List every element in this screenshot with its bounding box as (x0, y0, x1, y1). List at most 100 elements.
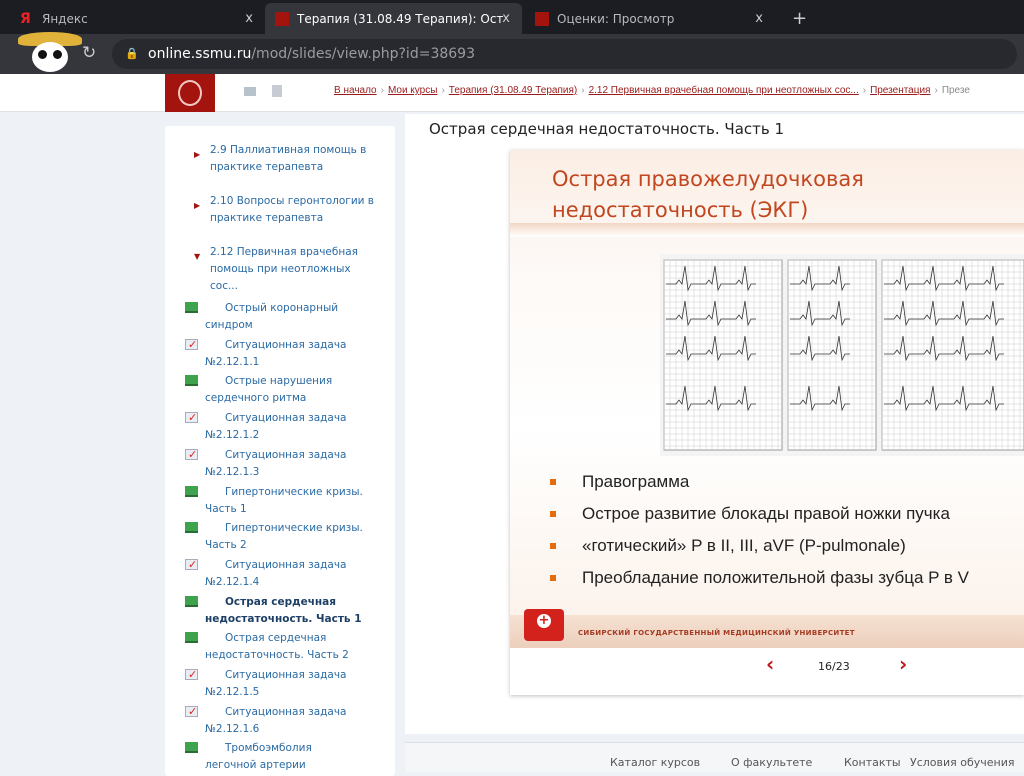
sidebar-item[interactable]: Острые нарушения сердечного ритма (185, 373, 365, 407)
site-footer: Каталог курсов О факультете Контакты Усл… (405, 742, 1024, 772)
slides-monitor-icon (185, 375, 198, 387)
ecg-image (660, 254, 1024, 456)
quiz-check-icon: ✓ (185, 705, 198, 718)
breadcrumb-course[interactable]: Терапия (31.08.49 Терапия) (449, 85, 577, 96)
slide-bullet: «готический» P в II, III, aVF (P-pulmona… (550, 536, 906, 556)
yandex-icon: Я (20, 10, 31, 27)
breadcrumb: В начало › Мои курсы › Терапия (31.08.49 Тер… (334, 85, 970, 96)
tab-grades[interactable]: Оценки: Просмотр x (525, 3, 775, 34)
url-path: /mod/slides/view.php?id=38693 (251, 46, 475, 62)
university-name: СИБИРСКИЙ ГОСУДАРСТВЕННЫЙ МЕДИЦИНСКИЙ УН… (578, 629, 855, 637)
sidebar-item-label: Ситуационная задача №2.12.1.4 (205, 558, 347, 588)
breadcrumb-section[interactable]: 2.12 Первичная врачебная помощь при неот… (589, 85, 859, 96)
slide-bullet: Правограмма (549, 472, 689, 492)
ssmu-icon (535, 11, 549, 26)
sidebar-item[interactable]: ✓ Ситуационная задача №2.12.1.4 (185, 557, 365, 591)
breadcrumb-home[interactable]: В начало (334, 85, 377, 96)
slides-monitor-icon (185, 595, 198, 607)
section-label: 2.9 Паллиативная помощь в практике терап… (210, 144, 367, 173)
breadcrumb-presentation[interactable]: Презентация (870, 85, 930, 96)
slides-monitor-icon (185, 485, 198, 497)
tab-label: Яндекс (42, 11, 88, 26)
footer-link-faculty[interactable]: О факультете (731, 756, 812, 769)
sidebar-item-label: Гипертонические кризы. Часть 2 (205, 522, 363, 552)
sidebar-item-label: Тромбоэмболия легочной артерии (205, 742, 312, 772)
sidebar-item[interactable]: Острая сердечная недостаточность. Часть … (185, 630, 365, 664)
quiz-check-icon: ✓ (185, 448, 198, 461)
quiz-check-icon: ✓ (185, 668, 198, 681)
footer-link-terms[interactable]: Условия обучения (910, 756, 1015, 769)
sidebar-item[interactable]: ✓ Ситуационная задача №2.12.1.1 (185, 337, 365, 371)
footer-link-catalog[interactable]: Каталог курсов (610, 756, 700, 769)
tab-terapia[interactable]: Терапия (31.08.49 Терапия): Ост x (265, 3, 522, 34)
slides-monitor-icon (185, 522, 198, 534)
sidebar-item[interactable]: Острый коронарный синдром (185, 300, 365, 334)
sidebar-item[interactable]: ✓ Ситуационная задача №2.12.1.5 (185, 667, 365, 701)
section-2-12[interactable]: ▼ 2.12 Первичная врачебная помощь при нео… (194, 244, 360, 295)
breadcrumb-my-courses[interactable]: Мои курсы (388, 85, 438, 96)
calendar-icon[interactable] (272, 85, 282, 97)
sidebar-item[interactable]: ✓ Ситуационная задача №2.12.1.6 (185, 704, 365, 738)
prev-slide-button[interactable]: ‹ (766, 652, 774, 676)
breadcrumb-current: Презе (941, 85, 970, 96)
collapsed-triangle-icon: ▶ (194, 201, 201, 210)
quiz-check-icon: ✓ (185, 411, 198, 424)
quiz-check-icon: ✓ (185, 338, 198, 351)
sidebar-item[interactable]: Гипертонические кризы. Часть 2 (185, 520, 365, 554)
sidebar-item-label: Ситуационная задача №2.12.1.2 (205, 412, 347, 442)
close-tab-icon[interactable]: x (755, 11, 763, 26)
sidebar-item-label: Гипертонические кризы. Часть 1 (205, 485, 363, 515)
slide-title: Острая правожелудочковая недостаточность … (552, 167, 864, 222)
tab-label: Терапия (31.08.49 Терапия): Ост (297, 11, 504, 26)
page-title: Острая сердечная недостаточность. Часть … (429, 120, 785, 138)
slide-bullet: Преобладание положительной фазы зубца P … (550, 568, 969, 588)
tab-label: Оценки: Просмотр (557, 11, 675, 26)
address-bar[interactable]: 🔒 online.ssmu.ru/mod/slides/view.php?id=… (112, 39, 1017, 69)
sidebar-item-label: Ситуационная задача №2.12.1.3 (205, 448, 347, 478)
sidebar-item[interactable]: Острая сердечная недостаточность. Часть … (185, 594, 365, 628)
site-header: В начало › Мои курсы › Терапия (31.08.49 Тер… (0, 74, 1024, 112)
mail-icon[interactable] (244, 87, 256, 96)
expanded-triangle-icon: ▼ (194, 252, 201, 261)
medical-kit-icon (524, 609, 564, 641)
sidebar-item-label: Острая сердечная недостаточность. Часть … (205, 595, 362, 625)
sidebar-item-label: Острые нарушения сердечного ритма (205, 375, 333, 405)
section-label: 2.10 Вопросы геронтологии в практике тер… (210, 195, 374, 224)
sidebar-item-label: Острая сердечная недостаточность. Часть … (205, 632, 349, 662)
slides-monitor-icon (185, 742, 198, 754)
new-tab-button[interactable]: + (782, 3, 817, 34)
slide: Острая правожелудочковая недостаточность … (510, 150, 1024, 695)
university-logo[interactable] (165, 74, 215, 112)
page: В начало › Мои курсы › Терапия (31.08.49 Тер… (0, 74, 1024, 776)
slide-counter: 16/23 (818, 660, 850, 673)
slide-bullet: Острое развитие блокады правой ножки пуч… (550, 504, 950, 524)
collapsed-triangle-icon: ▶ (194, 150, 201, 159)
ssmu-icon (275, 11, 289, 26)
url-domain: online.ssmu.ru (148, 46, 252, 62)
sidebar-item[interactable]: ✓ Ситуационная задача №2.12.1.3 (185, 447, 365, 481)
slide-footer: СИБИРСКИЙ ГОСУДАРСТВЕННЫЙ МЕДИЦИНСКИЙ УН… (510, 609, 1024, 648)
section-2-10[interactable]: ▶ 2.10 Вопросы геронтологии в практике те… (194, 193, 375, 227)
close-tab-icon[interactable]: x (245, 11, 253, 26)
sidebar-item-label: Ситуационная задача №2.12.1.5 (205, 669, 347, 698)
sidebar-item[interactable]: Тромбоэмболия легочной артерии (185, 740, 365, 774)
address-row: ↻ 🔒 online.ssmu.ru/mod/slides/view.php?i… (0, 32, 1024, 74)
section-label: 2.12 Первичная врачебная помощь при неот… (210, 246, 358, 292)
slides-monitor-icon (185, 632, 198, 644)
sidebar-item-label: Ситуационная задача №2.12.1.1 (205, 338, 347, 368)
close-tab-icon[interactable]: x (502, 11, 510, 26)
lock-icon: 🔒 (125, 47, 139, 60)
main-content: Острая сердечная недостаточность. Часть … (405, 114, 1024, 734)
quiz-check-icon: ✓ (185, 558, 198, 571)
next-slide-button[interactable]: › (899, 652, 907, 676)
pirate-skull-icon (10, 28, 90, 72)
sidebar-item[interactable]: Гипертонические кризы. Часть 1 (185, 484, 365, 518)
footer-link-contacts[interactable]: Контакты (844, 756, 901, 769)
sidebar-item[interactable]: ✓ Ситуационная задача №2.12.1.2 (185, 410, 365, 444)
sidebar-item-label: Острый коронарный синдром (205, 302, 339, 331)
section-2-9[interactable]: ▶ 2.9 Паллиативная помощь в практике тера… (194, 142, 375, 176)
reload-icon[interactable]: ↻ (82, 43, 96, 63)
slides-monitor-icon (185, 302, 198, 313)
course-navigation: ▶ 2.9 Паллиативная помощь в практике тера… (165, 126, 395, 776)
sidebar-item-label: Ситуационная задача №2.12.1.6 (205, 705, 347, 735)
